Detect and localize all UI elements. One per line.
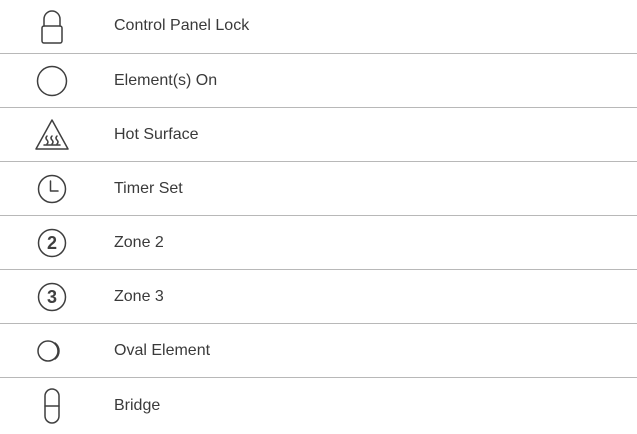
zone-3-icon: 3	[32, 277, 72, 317]
legend-label: Hot Surface	[114, 126, 199, 143]
legend-label: Bridge	[114, 397, 161, 414]
legend-row-elements-on: Element(s) On	[0, 54, 637, 108]
circle-icon	[32, 61, 72, 101]
legend-row-bridge: Bridge	[0, 378, 637, 434]
legend-label: Zone 2	[114, 234, 164, 251]
legend-row-hot-surface: Hot Surface	[0, 108, 637, 162]
legend-label: Element(s) On	[114, 72, 218, 89]
icon-legend: Control Panel Lock Element(s) On Hot Sur…	[0, 0, 637, 434]
legend-label: Zone 3	[114, 288, 164, 305]
legend-label: Control Panel Lock	[114, 17, 250, 34]
clock-icon	[32, 169, 72, 209]
zone-3-digit: 3	[47, 287, 57, 307]
legend-label: Timer Set	[114, 180, 183, 197]
legend-row-control-panel-lock: Control Panel Lock	[0, 0, 637, 54]
legend-row-oval-element: Oval Element	[0, 324, 637, 378]
hot-surface-icon	[32, 115, 72, 155]
legend-row-zone-2: 2 Zone 2	[0, 216, 637, 270]
zone-2-icon: 2	[32, 223, 72, 263]
zone-2-digit: 2	[47, 233, 57, 253]
legend-row-zone-3: 3 Zone 3	[0, 270, 637, 324]
bridge-icon	[32, 386, 72, 426]
legend-label: Oval Element	[114, 342, 211, 359]
lock-icon	[32, 6, 72, 46]
legend-row-timer-set: Timer Set	[0, 162, 637, 216]
oval-element-icon	[32, 331, 72, 371]
